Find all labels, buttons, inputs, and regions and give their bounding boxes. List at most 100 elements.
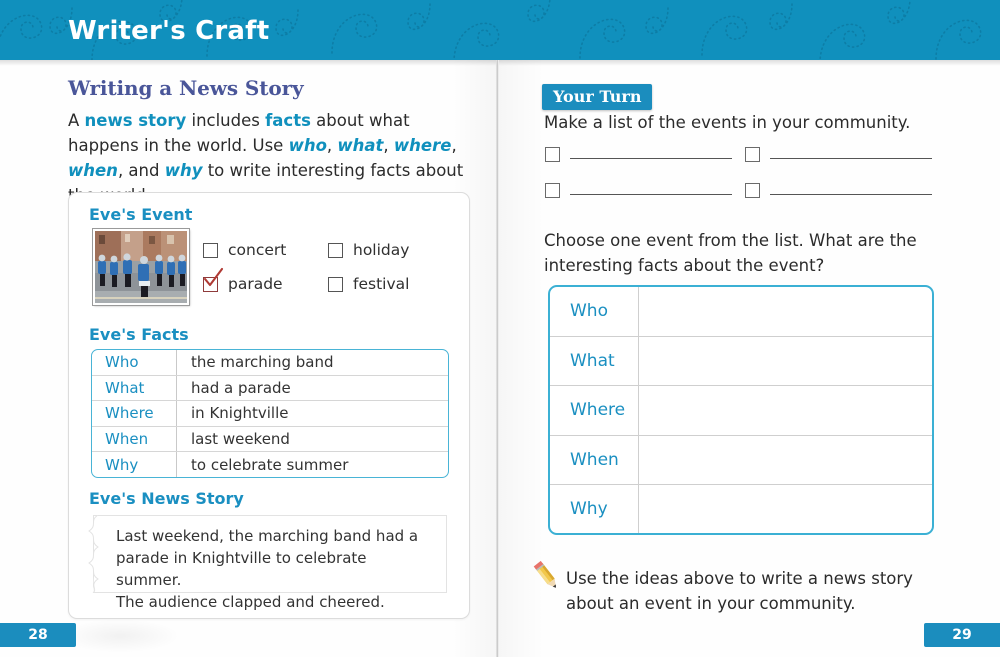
intro-sep-1: , <box>326 136 338 155</box>
checkbox-label-parade: parade <box>228 275 283 293</box>
fact-value-where: in Knightville <box>191 404 289 423</box>
table-row: Why <box>550 484 932 533</box>
fact-value-when: last weekend <box>191 430 290 449</box>
fact-value-why: to celebrate summer <box>191 455 349 474</box>
intro-text-b: includes <box>186 111 266 130</box>
checkbox-blank-1-icon[interactable] <box>545 147 560 162</box>
question-1: Make a list of the events in your commun… <box>544 113 911 132</box>
write-line-3[interactable] <box>570 180 732 195</box>
eve-news-story-label: Eve's News Story <box>89 489 244 508</box>
paper-smudge <box>60 619 180 653</box>
keyword-what: what <box>337 136 384 155</box>
cell-divider <box>638 485 639 533</box>
intro-text-a: A <box>68 111 85 130</box>
fact-key-who: Who <box>105 353 139 372</box>
checkbox-label-concert: concert <box>228 241 287 259</box>
write-line-4[interactable] <box>770 180 932 195</box>
student-answer-table: Who What Where When Why <box>548 285 934 535</box>
checkbox-concert-icon[interactable] <box>203 242 218 258</box>
write-line-2[interactable] <box>770 144 932 159</box>
torn-edge-icon <box>88 515 99 593</box>
fact-key-when: When <box>105 430 149 449</box>
keyword-when: when <box>68 161 118 180</box>
cell-divider <box>638 287 639 336</box>
cell-divider <box>638 435 639 484</box>
table-row: When last weekend <box>92 425 448 452</box>
checkbox-parade-icon[interactable] <box>203 267 224 292</box>
blank-item-3[interactable] <box>545 180 745 198</box>
answer-key-when: When <box>570 449 619 470</box>
story-line-1: Last weekend, the marching band had a <box>116 527 419 545</box>
cell-divider <box>638 386 639 435</box>
checkbox-label-holiday: holiday <box>353 241 410 259</box>
fact-value-what: had a parade <box>191 378 291 397</box>
pencil-icon <box>533 560 557 588</box>
checkbox-item-holiday[interactable]: holiday <box>328 241 453 259</box>
fact-key-what: What <box>105 378 145 397</box>
eve-news-story-box: Last weekend, the marching band had a pa… <box>88 515 447 611</box>
table-row: Who the marching band <box>92 350 448 375</box>
eve-facts-label: Eve's Facts <box>89 325 189 344</box>
checkbox-item-parade[interactable]: parade <box>203 267 328 293</box>
table-row: Who <box>550 287 932 336</box>
write-line-1[interactable] <box>570 144 732 159</box>
fact-value-who: the marching band <box>191 353 334 372</box>
table-row: What <box>550 335 932 385</box>
keyword-where: where <box>393 136 452 155</box>
fact-key-why: Why <box>105 455 139 474</box>
answer-key-where: Where <box>570 400 626 421</box>
events-blank-list <box>545 144 945 216</box>
checkbox-blank-2-icon[interactable] <box>745 147 760 162</box>
table-row: Where <box>550 385 932 435</box>
checkbox-row: parade festival <box>203 267 453 301</box>
blank-item-4[interactable] <box>745 180 945 198</box>
marching-band-photo <box>92 228 190 306</box>
answer-key-why: Why <box>570 499 608 520</box>
table-row: Why to celebrate summer <box>92 451 448 477</box>
intro-sep-3: , <box>451 136 457 155</box>
blank-row <box>545 180 945 216</box>
eve-event-label: Eve's Event <box>89 205 193 224</box>
workbook-spread: Writer's Craft Writing a News Story A ne… <box>0 0 1000 657</box>
keyword-why: why <box>164 161 203 180</box>
eve-news-story-text: Last weekend, the marching band had a pa… <box>116 525 434 613</box>
blank-row <box>545 144 945 180</box>
eve-facts-table: Who the marching band What had a parade … <box>91 349 449 478</box>
table-row: When <box>550 434 932 484</box>
event-type-checkbox-grid: concert holiday parade festival <box>203 233 453 301</box>
keyword-who: who <box>288 136 327 155</box>
story-line-3: The audience clapped and cheered. <box>116 593 385 611</box>
table-row: Where in Knightville <box>92 400 448 426</box>
keyword-facts: facts <box>265 111 311 130</box>
table-row: What had a parade <box>92 374 448 401</box>
header-band: Writer's Craft <box>0 0 1000 60</box>
checkbox-festival-icon[interactable] <box>328 276 343 292</box>
your-turn-badge: Your Turn <box>542 84 653 110</box>
keyword-news-story: news story <box>84 111 187 130</box>
page-number-right: 29 <box>924 623 1000 647</box>
cell-divider <box>638 336 639 385</box>
blank-item-2[interactable] <box>745 144 945 162</box>
checkbox-item-festival[interactable]: festival <box>328 275 453 293</box>
question-2: Choose one event from the list. What are… <box>544 231 917 275</box>
checkbox-blank-3-icon[interactable] <box>545 183 560 198</box>
fact-key-where: Where <box>105 404 154 423</box>
eve-example-card: Eve's Event concert holiday parade festi… <box>68 192 470 619</box>
checkbox-label-festival: festival <box>353 275 410 293</box>
checkbox-item-concert[interactable]: concert <box>203 241 328 259</box>
page-title: Writer's Craft <box>68 16 270 46</box>
answer-key-who: Who <box>570 301 608 322</box>
blank-item-1[interactable] <box>545 144 745 162</box>
checkmark-icon <box>203 267 224 286</box>
checkbox-blank-4-icon[interactable] <box>745 183 760 198</box>
page-number-left: 28 <box>0 623 76 647</box>
checkbox-holiday-icon[interactable] <box>328 242 343 258</box>
section-heading: Writing a News Story <box>68 76 304 100</box>
story-line-2: parade in Knightville to celebrate summe… <box>116 549 367 589</box>
intro-sep-4: , and <box>117 161 165 180</box>
answer-key-what: What <box>570 350 615 371</box>
intro-sep-2: , <box>383 136 394 155</box>
checkbox-row: concert holiday <box>203 233 453 267</box>
page-gutter <box>496 60 499 657</box>
footnote-instruction: Use the ideas above to write a news stor… <box>566 569 913 613</box>
